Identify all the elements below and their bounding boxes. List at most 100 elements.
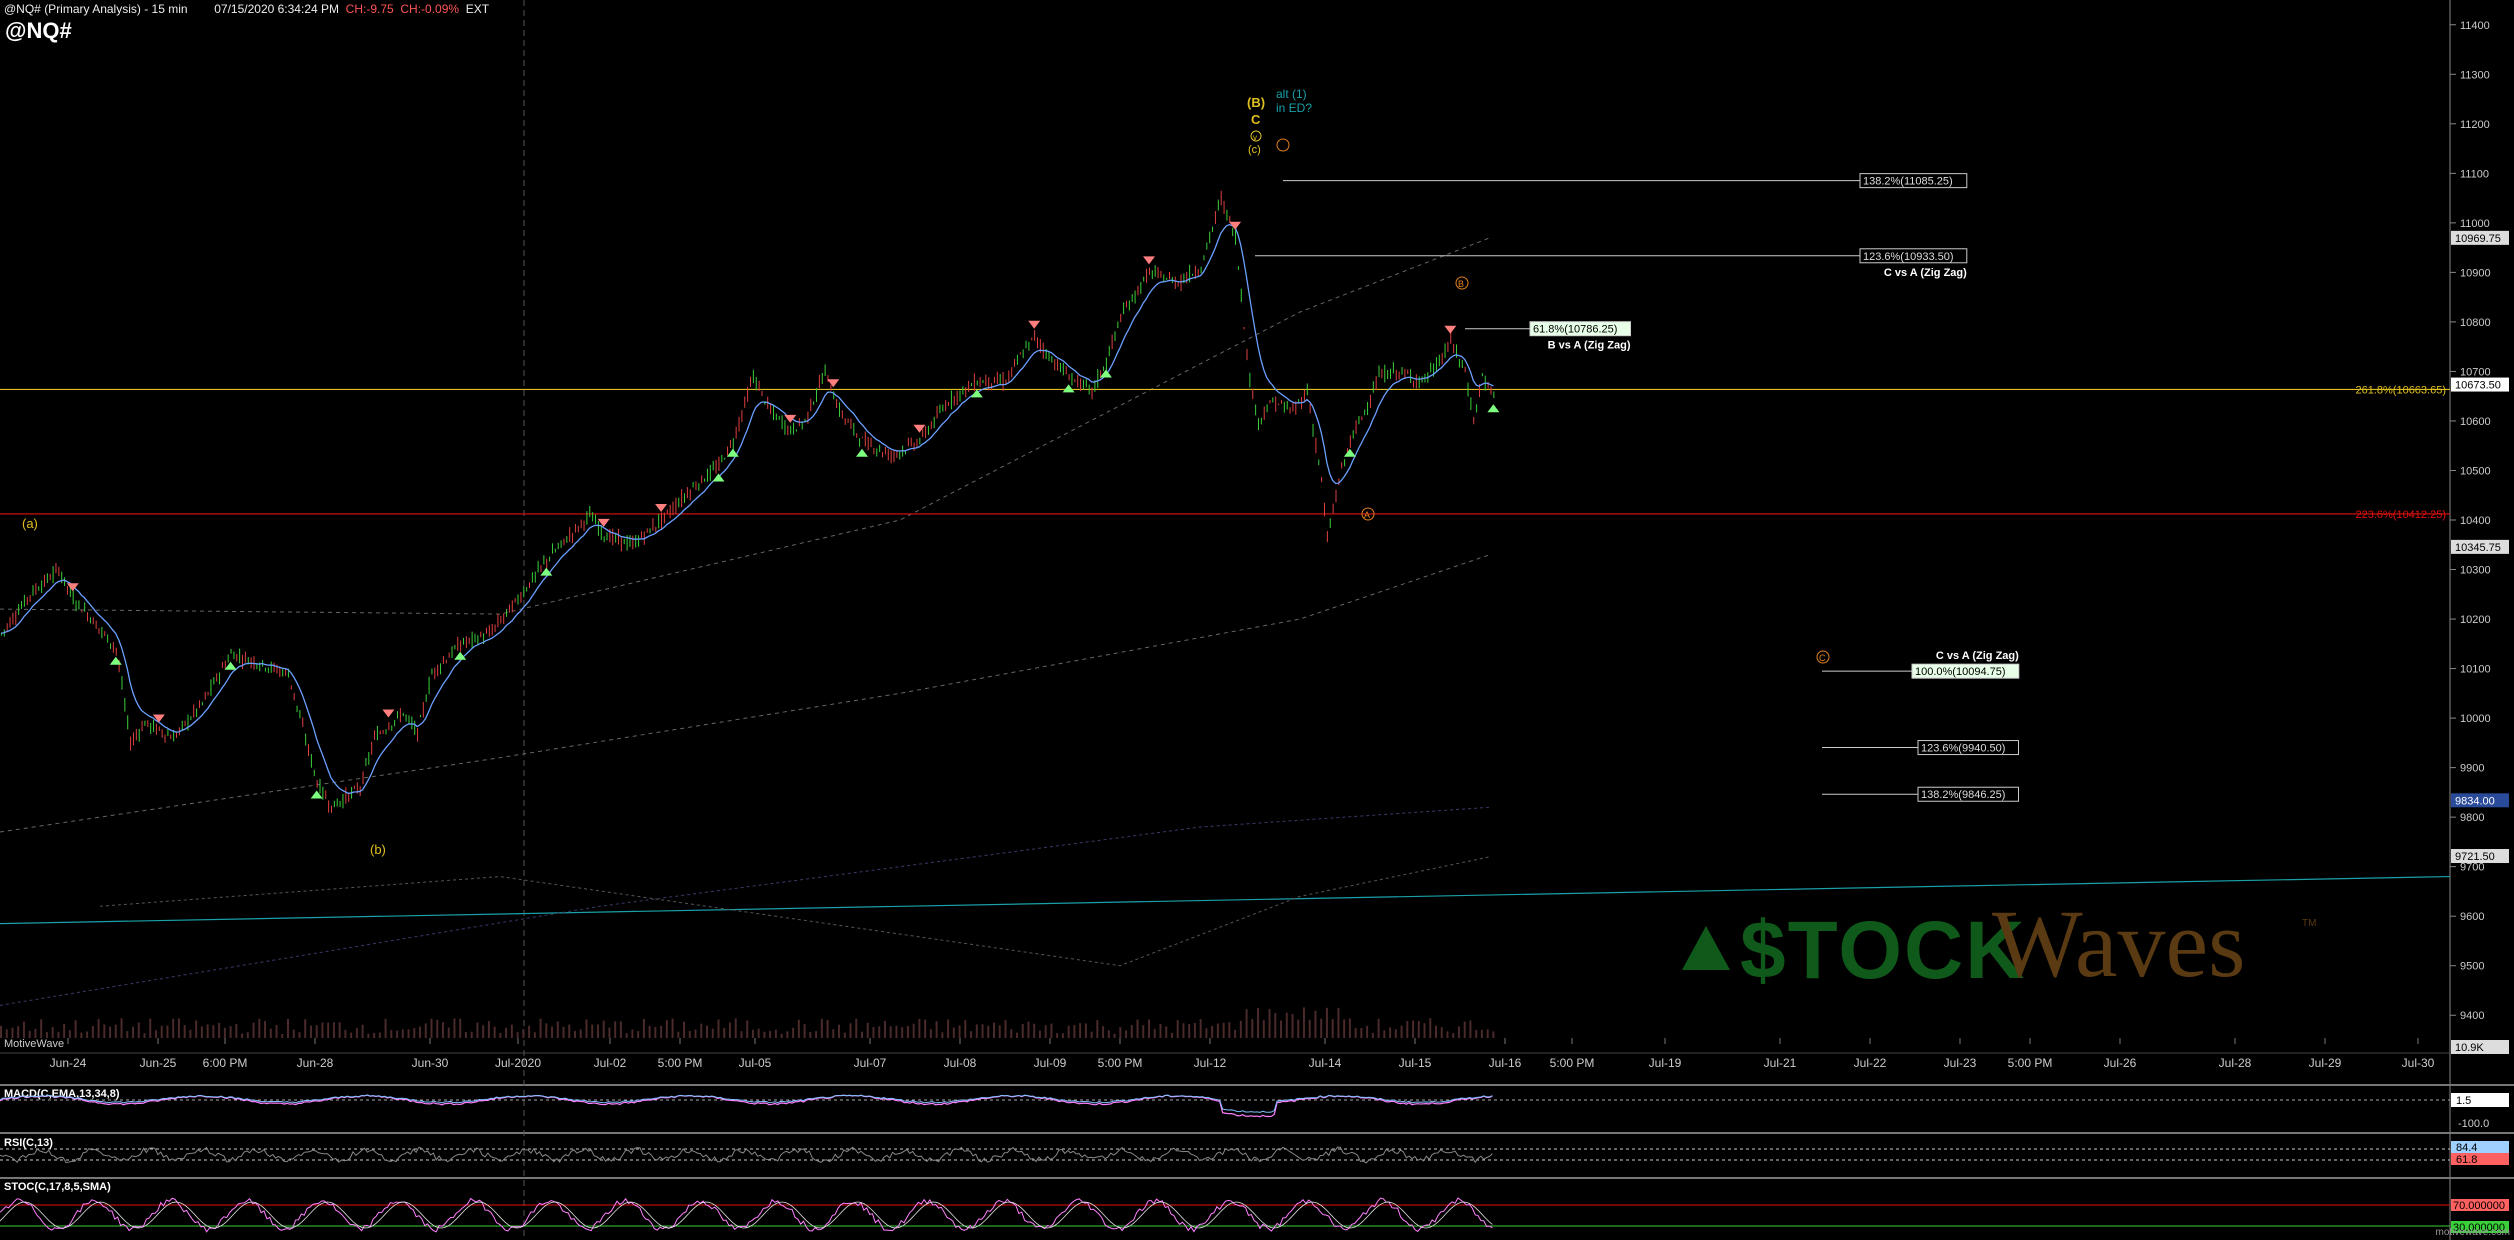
y-tick-label: 10200	[2460, 614, 2491, 626]
volume-bar	[459, 1018, 462, 1038]
volume-bar	[728, 1022, 731, 1038]
volume-bar	[883, 1021, 886, 1038]
volume-bar	[625, 1033, 628, 1038]
volume-bar	[774, 1029, 777, 1038]
x-tick-label: Jun-28	[297, 1056, 334, 1070]
x-tick-label: Jul-26	[2104, 1056, 2137, 1070]
volume-bar	[1188, 1024, 1191, 1038]
volume-bar	[510, 1024, 513, 1038]
volume-bar	[826, 1019, 829, 1038]
rsi-line	[0, 1146, 1493, 1164]
volume-bar	[355, 1028, 358, 1038]
volume-bar	[464, 1031, 467, 1038]
volume-bar	[872, 1027, 875, 1038]
volume-bar	[740, 1031, 743, 1038]
volume-bar	[1067, 1025, 1070, 1038]
volume-bar	[1314, 1010, 1317, 1038]
volume-bar	[11, 1027, 14, 1038]
volume-bar	[1044, 1025, 1047, 1038]
x-tick-label: Jun-25	[140, 1056, 177, 1070]
x-tick-label: Jul-16	[1489, 1056, 1522, 1070]
volume-bar	[482, 1025, 485, 1038]
chart-header: @NQ# (Primary Analysis) - 15 min 07/15/2…	[4, 2, 489, 16]
volume-bar	[17, 1026, 20, 1038]
volume-bar	[929, 1029, 932, 1038]
fib-label: 123.6%(10933.50)	[1863, 251, 1954, 263]
volume-bar	[189, 1029, 192, 1038]
volume-bar	[344, 1029, 347, 1038]
volume-bar	[1038, 1030, 1041, 1038]
volume-bar	[109, 1026, 112, 1038]
x-tick-label: Jul-21	[1764, 1056, 1797, 1070]
volume-bar	[1354, 1028, 1357, 1038]
wave-label-B-major: (B)	[1247, 95, 1265, 110]
fib-label: 123.6%(9940.50)	[1921, 743, 2005, 755]
volume-bar	[751, 1029, 754, 1038]
symbol-label: @NQ#	[5, 18, 72, 43]
volume-bar	[1475, 1029, 1478, 1038]
volume-bar	[568, 1024, 571, 1038]
fib-note: C vs A (Zig Zag)	[1884, 267, 1967, 279]
volume-bar	[401, 1029, 404, 1038]
volume-bar	[551, 1026, 554, 1038]
volume-bar	[373, 1032, 376, 1038]
volume-bar	[706, 1025, 709, 1038]
y-tick-label: 10700	[2460, 366, 2491, 378]
volume-bar	[556, 1021, 559, 1038]
volume-bar	[1435, 1025, 1437, 1038]
volume-bar	[1394, 1029, 1397, 1038]
volume-bar	[579, 1029, 582, 1038]
volume-bar	[918, 1018, 921, 1038]
macd-tick-label: -100.0	[2458, 1118, 2489, 1130]
volume-bar	[407, 1029, 410, 1038]
volume-bar	[901, 1027, 904, 1038]
volume-bar	[223, 1027, 226, 1038]
y-tick-label: 9600	[2460, 911, 2484, 923]
volume-bar	[1079, 1023, 1082, 1038]
volume-bar	[218, 1022, 221, 1038]
volume-bar	[1228, 1022, 1231, 1038]
volume-bar	[677, 1031, 680, 1038]
volume-bar	[723, 1027, 726, 1038]
volume-bar	[1153, 1029, 1156, 1038]
y-tick-label: 11000	[2460, 218, 2490, 230]
volume-bar	[40, 1019, 43, 1038]
volume-bar	[177, 1018, 180, 1038]
volume-bar	[614, 1021, 617, 1038]
footer-url: motivewave.com	[2435, 1227, 2510, 1238]
volume-bar	[430, 1018, 433, 1038]
volume-bar	[269, 1028, 272, 1038]
x-tick-label: Jul-22	[1854, 1056, 1887, 1070]
logo-waves-text: Waves	[1992, 890, 2246, 997]
volume-bar	[769, 1030, 772, 1038]
volume-bar	[1371, 1032, 1374, 1038]
volume-bar	[1360, 1027, 1363, 1038]
volume-bar	[1406, 1021, 1409, 1038]
volume-bar	[499, 1032, 502, 1038]
volume-bar	[861, 1031, 863, 1038]
volume-bar	[1308, 1019, 1311, 1038]
volume-bar	[1061, 1033, 1064, 1038]
y-tick-label: 11200	[2460, 119, 2490, 131]
wave-label-B-circle: B	[1458, 279, 1464, 289]
volume-bar	[476, 1022, 479, 1038]
volume-bar	[970, 1031, 973, 1038]
volume-bar	[1331, 1019, 1334, 1038]
volume-bar	[855, 1018, 858, 1038]
volume-bar	[1348, 1018, 1351, 1038]
y-tick-label: 10600	[2460, 416, 2491, 428]
volume-bar	[91, 1026, 94, 1038]
volume-bar	[378, 1032, 381, 1038]
volume-bar	[631, 1029, 634, 1038]
fib-label: 138.2%(11085.25)	[1863, 176, 1953, 188]
price-chart[interactable]: 261.8%(10663.65) 223.6%(10412.25) 138.2%(…	[0, 0, 2514, 1240]
volume-bar	[22, 1021, 25, 1038]
volume-bar	[1274, 1013, 1277, 1038]
volume-bar	[1440, 1027, 1443, 1038]
volume-bar	[68, 1030, 71, 1038]
price-badge-label: 10.9K	[2455, 1042, 2484, 1054]
volume-bar	[206, 1024, 209, 1038]
volume-bar	[809, 1031, 812, 1038]
x-tick-label: Jul-28	[2219, 1056, 2252, 1070]
volume-bar	[321, 1022, 324, 1038]
